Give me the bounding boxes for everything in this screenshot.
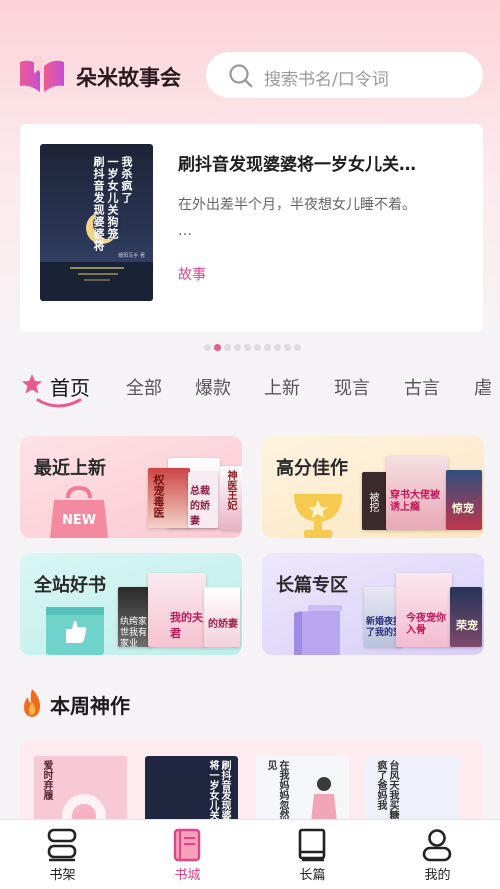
book-cover[interactable]: 的娇妻 xyxy=(204,587,240,647)
nav-label: 书城 xyxy=(174,868,201,883)
banner-tag[interactable]: 故事 xyxy=(178,264,206,284)
card-recent-new[interactable]: 最近上新 NEW 权宠毒医 总裁的娇妻 神医王妃 xyxy=(20,436,242,538)
weekly-books-list: 爱时弃履 刷抖音发现婆婆将一岁女儿关 在我妈妈忽然不见 台风天我买糖们疯了爸妈我 xyxy=(20,740,483,836)
app-logo-icon xyxy=(20,56,64,92)
banner-cover-title-line: 我杀疯了 xyxy=(120,156,133,204)
banner-title[interactable]: 刷抖音发现婆婆将一岁女儿关… xyxy=(178,150,468,175)
new-badge: NEW xyxy=(62,513,96,528)
book-cover[interactable]: 权宠毒医 xyxy=(148,468,190,528)
nav-label: 长篇 xyxy=(299,868,326,883)
book-cover-title: 穿书大佬被诱上瘾 xyxy=(390,490,440,513)
book-icon xyxy=(298,828,326,862)
book-cover[interactable]: 被挖 xyxy=(362,472,388,530)
star-icon xyxy=(22,374,42,394)
tab-modern-romance[interactable]: 现言 xyxy=(334,374,370,400)
thumbs-up-book-icon xyxy=(46,607,104,655)
search-icon xyxy=(229,64,253,88)
book-cover[interactable]: 总裁的娇妻 xyxy=(188,472,218,528)
card-title: 最近上新 xyxy=(34,458,106,479)
carousel-indicator[interactable] xyxy=(204,344,301,352)
book-cover[interactable]: 纨绔家世我有家业 xyxy=(118,587,152,649)
category-tabs: 首页 全部 爆款 上新 现言 古言 虐 xyxy=(0,366,500,410)
banner-cover-title-line: 一岁女儿关狗笼 xyxy=(106,156,119,240)
book-cover-title: 被挖 xyxy=(367,492,378,512)
book-cover[interactable]: 今夜宠你入骨 xyxy=(396,573,452,647)
carousel-dot[interactable] xyxy=(264,344,271,351)
tab-all[interactable]: 全部 xyxy=(126,374,162,400)
book-cover-title: 惊宠 xyxy=(452,502,474,515)
tab-hot[interactable]: 爆款 xyxy=(195,374,231,400)
bookshelf-icon xyxy=(47,828,77,862)
carousel-dot[interactable] xyxy=(204,344,211,351)
card-long-novels[interactable]: 长篇专区 新婚夜拔了我的爱 今夜宠你入骨 荣宠 xyxy=(262,553,484,655)
nav-bookshelf[interactable]: 书架 xyxy=(0,820,125,889)
nav-long-novels[interactable]: 长篇 xyxy=(250,820,375,889)
search-placeholder: 搜索书名/口令词 xyxy=(264,70,389,90)
tab-new[interactable]: 上新 xyxy=(264,374,300,400)
nav-label: 我的 xyxy=(424,868,451,883)
carousel-dot[interactable] xyxy=(294,344,301,351)
book-cover-title: 总裁的娇妻 xyxy=(190,486,210,527)
banner-book-cover[interactable]: 刷抖音发现婆婆将 一岁女儿关狗笼 我杀疯了 暖阳写手 著 xyxy=(40,144,153,301)
banner-description-line: 在外出差半个月，半夜想女儿睡不着。 xyxy=(178,197,416,213)
section-title: 本周神作 xyxy=(50,694,130,718)
book-cover[interactable]: 神医王妃 xyxy=(220,466,242,530)
bottom-navigation: 书架 书城 长篇 我的 xyxy=(0,819,500,889)
book-cover-title: 的娇妻 xyxy=(208,619,238,630)
book-cover-title: 神医王妃 xyxy=(225,470,236,510)
nav-label: 书架 xyxy=(49,868,76,883)
profile-icon xyxy=(422,829,452,862)
nav-bookstore[interactable]: 书城 xyxy=(125,820,250,889)
weekly-book-title: 爱时弃履 xyxy=(41,760,52,800)
carousel-dot[interactable] xyxy=(214,344,221,351)
book-cover-title: 权宠毒医 xyxy=(152,474,165,518)
shopping-bag-icon: NEW xyxy=(50,486,108,538)
book-cover[interactable]: 惊宠 xyxy=(446,470,482,530)
book-cover[interactable]: 穿书大佬被诱上瘾 xyxy=(386,456,448,530)
banner-cover-title-line: 刷抖音发现婆婆将 xyxy=(92,156,105,252)
header: 朵米故事会 搜索书名/口令词 xyxy=(0,50,500,102)
app-title: 朵米故事会 xyxy=(76,66,181,90)
tab-ancient-romance[interactable]: 古言 xyxy=(404,374,440,400)
banner-description: 在外出差半个月，半夜想女儿睡不着。 … xyxy=(178,192,458,244)
card-title: 长篇专区 xyxy=(276,575,348,596)
book-cover-title: 我的夫君 xyxy=(170,611,203,640)
carousel-dot[interactable] xyxy=(234,344,241,351)
card-title: 高分佳作 xyxy=(276,458,348,479)
book-cover-title: 今夜宠你入骨 xyxy=(406,613,446,636)
banner-cover-author: 暖阳写手 著 xyxy=(118,253,145,259)
carousel-dot[interactable] xyxy=(274,344,281,351)
carousel-dot[interactable] xyxy=(224,344,231,351)
book-cover[interactable]: 荣宠 xyxy=(450,587,482,647)
carousel-dot[interactable] xyxy=(244,344,251,351)
tab-home[interactable]: 首页 xyxy=(50,372,90,401)
book-cover-title: 荣宠 xyxy=(456,619,478,632)
card-title: 全站好书 xyxy=(34,575,106,596)
featured-banner[interactable]: 刷抖音发现婆婆将 一岁女儿关狗笼 我杀疯了 暖阳写手 著 刷抖音发现婆婆将一岁女… xyxy=(20,124,483,332)
book-cover-title: 纨绔家世我有家业 xyxy=(120,617,148,649)
card-site-best[interactable]: 全站好书 纨绔家世我有家业 我的夫君 的娇妻 xyxy=(20,553,242,655)
card-high-score[interactable]: 高分佳作 被挖 穿书大佬被诱上瘾 惊宠 xyxy=(262,436,484,538)
search-input[interactable]: 搜索书名/口令词 xyxy=(206,52,483,98)
carousel-dot[interactable] xyxy=(254,344,261,351)
banner-description-line: … xyxy=(178,223,192,239)
book-cover[interactable]: 我的夫君 xyxy=(148,573,206,647)
book-stack-icon xyxy=(294,605,342,655)
tab-angst[interactable]: 虐 xyxy=(474,374,492,400)
fire-icon xyxy=(24,689,40,717)
carousel-dot[interactable] xyxy=(284,344,291,351)
nav-profile[interactable]: 我的 xyxy=(375,820,500,889)
trophy-icon xyxy=(294,494,342,538)
bookstore-icon xyxy=(173,828,201,862)
